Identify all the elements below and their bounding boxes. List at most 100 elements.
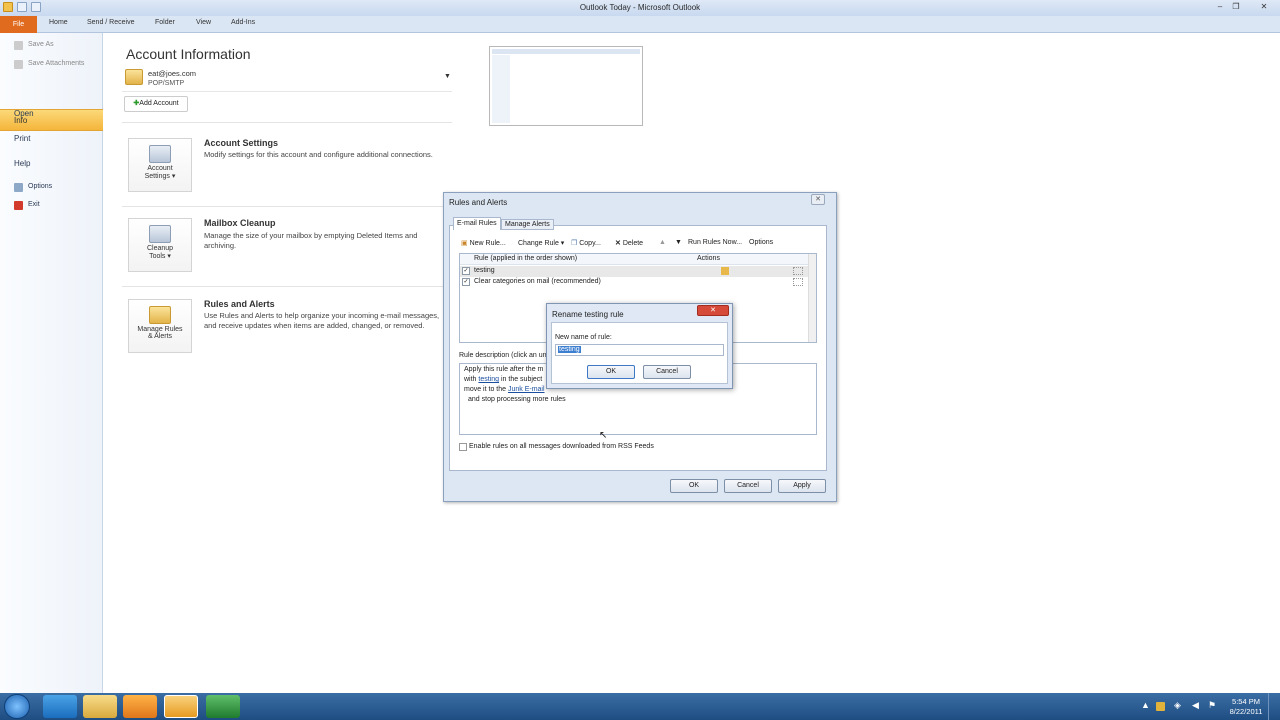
title-bar: Outlook Today - Microsoft Outlook – ❐ ✕	[0, 0, 1280, 16]
new-rule-label: New Rule...	[469, 240, 506, 247]
manage-rules-label-2: & Alerts	[147, 333, 173, 340]
backstage-nav: Save As Save Attachments Info Open Print…	[0, 33, 103, 693]
rule-desc-text: in the subject	[499, 376, 543, 383]
rule-options-icon[interactable]	[793, 278, 803, 286]
rule-desc-text: with	[464, 376, 479, 383]
delete-button[interactable]: ✕ Delete	[615, 239, 643, 247]
rename-dialog-title: Rename testing rule	[552, 310, 624, 319]
nav-exit[interactable]: Exit	[28, 201, 40, 208]
rules-alerts-icon	[149, 306, 171, 324]
rule-desc-line-1: Apply this rule after the m	[464, 366, 544, 373]
close-window-button[interactable]: ✕	[1252, 1, 1276, 13]
nav-print[interactable]: Print	[14, 134, 30, 143]
clock-time[interactable]: 5:54 PM	[1229, 697, 1263, 706]
tab-home[interactable]: Home	[49, 19, 68, 26]
rss-rules-checkbox[interactable]	[459, 443, 467, 451]
copy-label: Copy...	[579, 240, 601, 247]
notification-icon[interactable]	[1156, 702, 1165, 711]
junk-email-link[interactable]: Junk E-mail	[508, 386, 545, 393]
column-actions[interactable]: Actions	[697, 255, 720, 262]
preview-sidebar	[492, 55, 510, 123]
rule-options-icon[interactable]	[793, 267, 803, 275]
rule-checkbox[interactable]: ✓	[462, 267, 470, 275]
excel-taskbar-icon[interactable]	[206, 695, 240, 718]
copy-icon: ❐	[571, 240, 578, 247]
tab-view[interactable]: View	[196, 19, 211, 26]
rename-ok-button[interactable]: OK	[587, 365, 635, 379]
tab-folder[interactable]: Folder	[155, 19, 175, 26]
cleanup-tools-icon	[149, 225, 171, 243]
table-row[interactable]	[460, 266, 808, 277]
preview-ribbon	[492, 49, 640, 54]
nav-save-attachments[interactable]: Save Attachments	[28, 60, 84, 67]
rule-name[interactable]: Clear categories on mail (recommended)	[474, 278, 601, 285]
nav-help[interactable]: Help	[14, 159, 30, 168]
rules-alerts-desc: Use Rules and Alerts to help organize yo…	[204, 311, 440, 330]
outlook-taskbar-icon[interactable]	[164, 695, 198, 718]
show-desktop-button[interactable]	[1268, 693, 1280, 720]
copy-button[interactable]: ❐ Copy...	[571, 239, 601, 247]
internet-explorer-icon[interactable]	[43, 695, 77, 718]
tab-add-ins[interactable]: Add-Ins	[231, 19, 255, 26]
cleanup-tools-button[interactable]: Cleanup Tools ▾	[128, 218, 192, 272]
rules-alerts-heading: Rules and Alerts	[204, 299, 275, 309]
rule-desc-text: move it to the	[464, 386, 508, 393]
nav-options[interactable]: Options	[28, 183, 52, 190]
maximize-button[interactable]: ❐	[1228, 1, 1244, 13]
account-selector[interactable]: eat@joes.com POP/SMTP ▼	[122, 66, 452, 92]
rule-name-input[interactable]: testing	[555, 344, 724, 356]
new-rule-icon: ▣	[461, 240, 468, 247]
tab-send-receive[interactable]: Send / Receive	[87, 19, 134, 26]
nav-open[interactable]: Open	[14, 109, 34, 118]
manage-rules-label-1: Manage Rules	[137, 326, 183, 333]
new-rule-button[interactable]: ▣ New Rule...	[461, 239, 506, 247]
show-hidden-icons[interactable]: ▲	[1141, 700, 1150, 710]
mailbox-icon	[125, 69, 143, 85]
column-rule[interactable]: Rule (applied in the order shown)	[474, 255, 577, 262]
action-center-icon[interactable]: ⚑	[1208, 700, 1216, 711]
account-email: eat@joes.com	[148, 69, 197, 78]
rule-checkbox[interactable]: ✓	[462, 278, 470, 286]
move-up-button[interactable]: ▲	[659, 239, 666, 246]
page-title: Account Information	[126, 46, 251, 62]
rules-ok-button[interactable]: OK	[670, 479, 718, 493]
rename-cancel-button[interactable]: Cancel	[643, 365, 691, 379]
options-button[interactable]: Options	[749, 239, 773, 246]
rules-cancel-button[interactable]: Cancel	[724, 479, 772, 493]
manage-rules-alerts-button[interactable]: Manage Rules & Alerts	[128, 299, 192, 353]
run-rules-now-button[interactable]: Run Rules Now...	[688, 239, 742, 246]
account-settings-heading: Account Settings	[204, 138, 279, 148]
rule-name[interactable]: testing	[474, 267, 495, 274]
add-account-button[interactable]: ✚Add Account	[124, 96, 188, 112]
new-name-label: New name of rule:	[555, 334, 612, 341]
rename-rule-dialog: Rename testing rule ✕ New name of rule: …	[546, 303, 733, 389]
rules-dialog-title: Rules and Alerts	[449, 198, 508, 207]
volume-icon[interactable]: ◀	[1192, 700, 1199, 711]
delete-label: Delete	[622, 240, 644, 247]
tab-manage-alerts[interactable]: Manage Alerts	[501, 219, 554, 230]
delete-icon: ✕	[615, 240, 621, 247]
account-settings-button[interactable]: Account Settings ▾	[128, 138, 192, 192]
minimize-button[interactable]: –	[1212, 1, 1228, 13]
mouse-cursor-icon: ↖	[599, 430, 608, 441]
save-as-icon	[14, 41, 23, 50]
testing-link[interactable]: testing	[478, 376, 499, 383]
rules-apply-button[interactable]: Apply	[778, 479, 826, 493]
windows-explorer-icon[interactable]	[83, 695, 117, 718]
nav-save-as[interactable]: Save As	[28, 41, 54, 48]
change-rule-button[interactable]: Change Rule ▾	[518, 239, 564, 247]
clock-date[interactable]: 8/22/2011	[1227, 707, 1265, 716]
rules-dialog-close-button[interactable]: ✕	[811, 194, 825, 205]
rule-desc-line-4: and stop processing more rules	[468, 396, 566, 403]
tab-email-rules[interactable]: E-mail Rules	[453, 217, 501, 230]
divider	[122, 206, 452, 207]
rename-dialog-close-button[interactable]: ✕	[697, 305, 729, 316]
chevron-down-icon[interactable]: ▼	[444, 73, 451, 80]
network-icon[interactable]: ◈	[1174, 700, 1181, 711]
rules-list-scrollbar[interactable]	[808, 254, 816, 342]
tab-file[interactable]: File	[0, 16, 37, 33]
media-player-icon[interactable]	[123, 695, 157, 718]
window-title: Outlook Today - Microsoft Outlook	[579, 3, 701, 12]
move-down-button[interactable]: ▼	[675, 239, 682, 246]
start-button[interactable]	[4, 694, 30, 719]
